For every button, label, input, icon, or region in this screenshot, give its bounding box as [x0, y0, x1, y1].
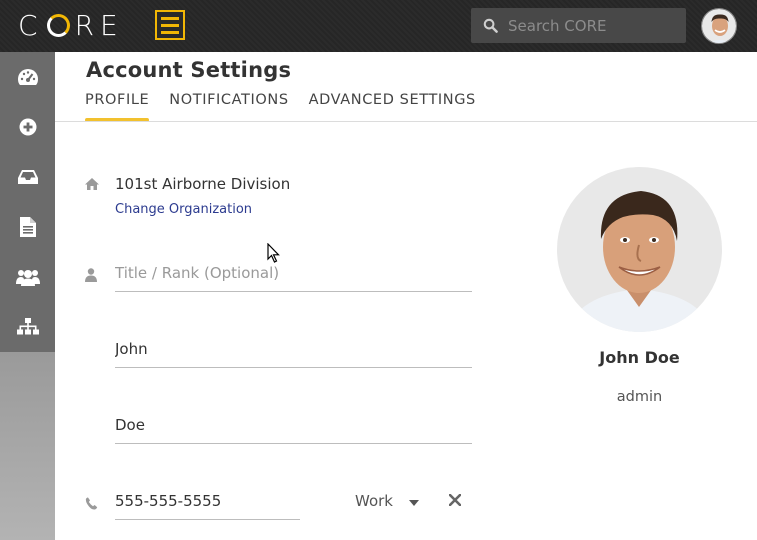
page-title: Account Settings: [86, 58, 292, 82]
phone-type-select[interactable]: Work: [355, 492, 419, 510]
sidebar-item-org-chart[interactable]: [0, 302, 55, 352]
mouse-cursor-icon: [267, 243, 280, 263]
logo-o-ring-icon: [46, 13, 70, 37]
hamburger-menu-button[interactable]: [155, 10, 185, 40]
sidebar-item-dashboard[interactable]: [0, 52, 55, 102]
sidebar-item-inbox[interactable]: [0, 152, 55, 202]
user-avatar-button[interactable]: [701, 8, 737, 44]
phone-input[interactable]: [115, 483, 300, 520]
first-name-input[interactable]: [115, 331, 472, 368]
org-chart-icon: [16, 318, 39, 335]
sidebar-nav: [0, 52, 55, 352]
tab-notifications[interactable]: NOTIFICATIONS: [169, 92, 288, 118]
search-icon: [483, 18, 498, 33]
person-icon: [85, 268, 97, 282]
inbox-tray-icon: [17, 170, 38, 184]
profile-photo-image: [557, 167, 722, 332]
dashboard-gauge-icon: [17, 69, 38, 85]
title-rank-input[interactable]: [115, 255, 472, 292]
avatar-photo: [702, 9, 736, 43]
document-icon: [19, 217, 36, 237]
profile-name: John Doe: [599, 348, 680, 367]
last-name-input[interactable]: [115, 407, 472, 444]
change-organization-link[interactable]: Change Organization: [115, 202, 252, 217]
logo-letters-re: RE: [74, 8, 124, 42]
tab-profile[interactable]: PROFILE: [85, 92, 150, 122]
search-box[interactable]: [471, 8, 686, 43]
logo-letter-c: C: [18, 8, 44, 42]
search-input[interactable]: [506, 15, 680, 36]
users-group-icon: [15, 270, 40, 286]
sidebar-item-create[interactable]: [0, 102, 55, 152]
phone-icon: [85, 497, 98, 510]
plus-circle-icon: [19, 118, 36, 136]
sidebar-item-users[interactable]: [0, 252, 55, 302]
tabs-divider: [55, 121, 757, 122]
home-icon: [85, 178, 99, 190]
settings-tabs: PROFILE NOTIFICATIONS ADVANCED SETTINGS: [85, 92, 496, 122]
tab-advanced-settings[interactable]: ADVANCED SETTINGS: [309, 92, 476, 118]
menu-bar: [161, 23, 179, 27]
organization-name: 101st Airborne Division: [115, 175, 291, 193]
profile-role: admin: [616, 389, 663, 405]
menu-bar: [161, 16, 179, 20]
sidebar: [0, 52, 55, 540]
profile-photo[interactable]: [557, 167, 722, 332]
top-bar: C RE: [0, 0, 757, 52]
sidebar-filler: [0, 352, 55, 540]
core-logo[interactable]: C RE: [18, 6, 124, 44]
phone-type-value: Work: [355, 492, 393, 510]
menu-bar: [161, 30, 179, 34]
remove-phone-close-icon[interactable]: [449, 494, 461, 506]
caret-down-icon: [408, 499, 419, 506]
sidebar-item-documents[interactable]: [0, 202, 55, 252]
